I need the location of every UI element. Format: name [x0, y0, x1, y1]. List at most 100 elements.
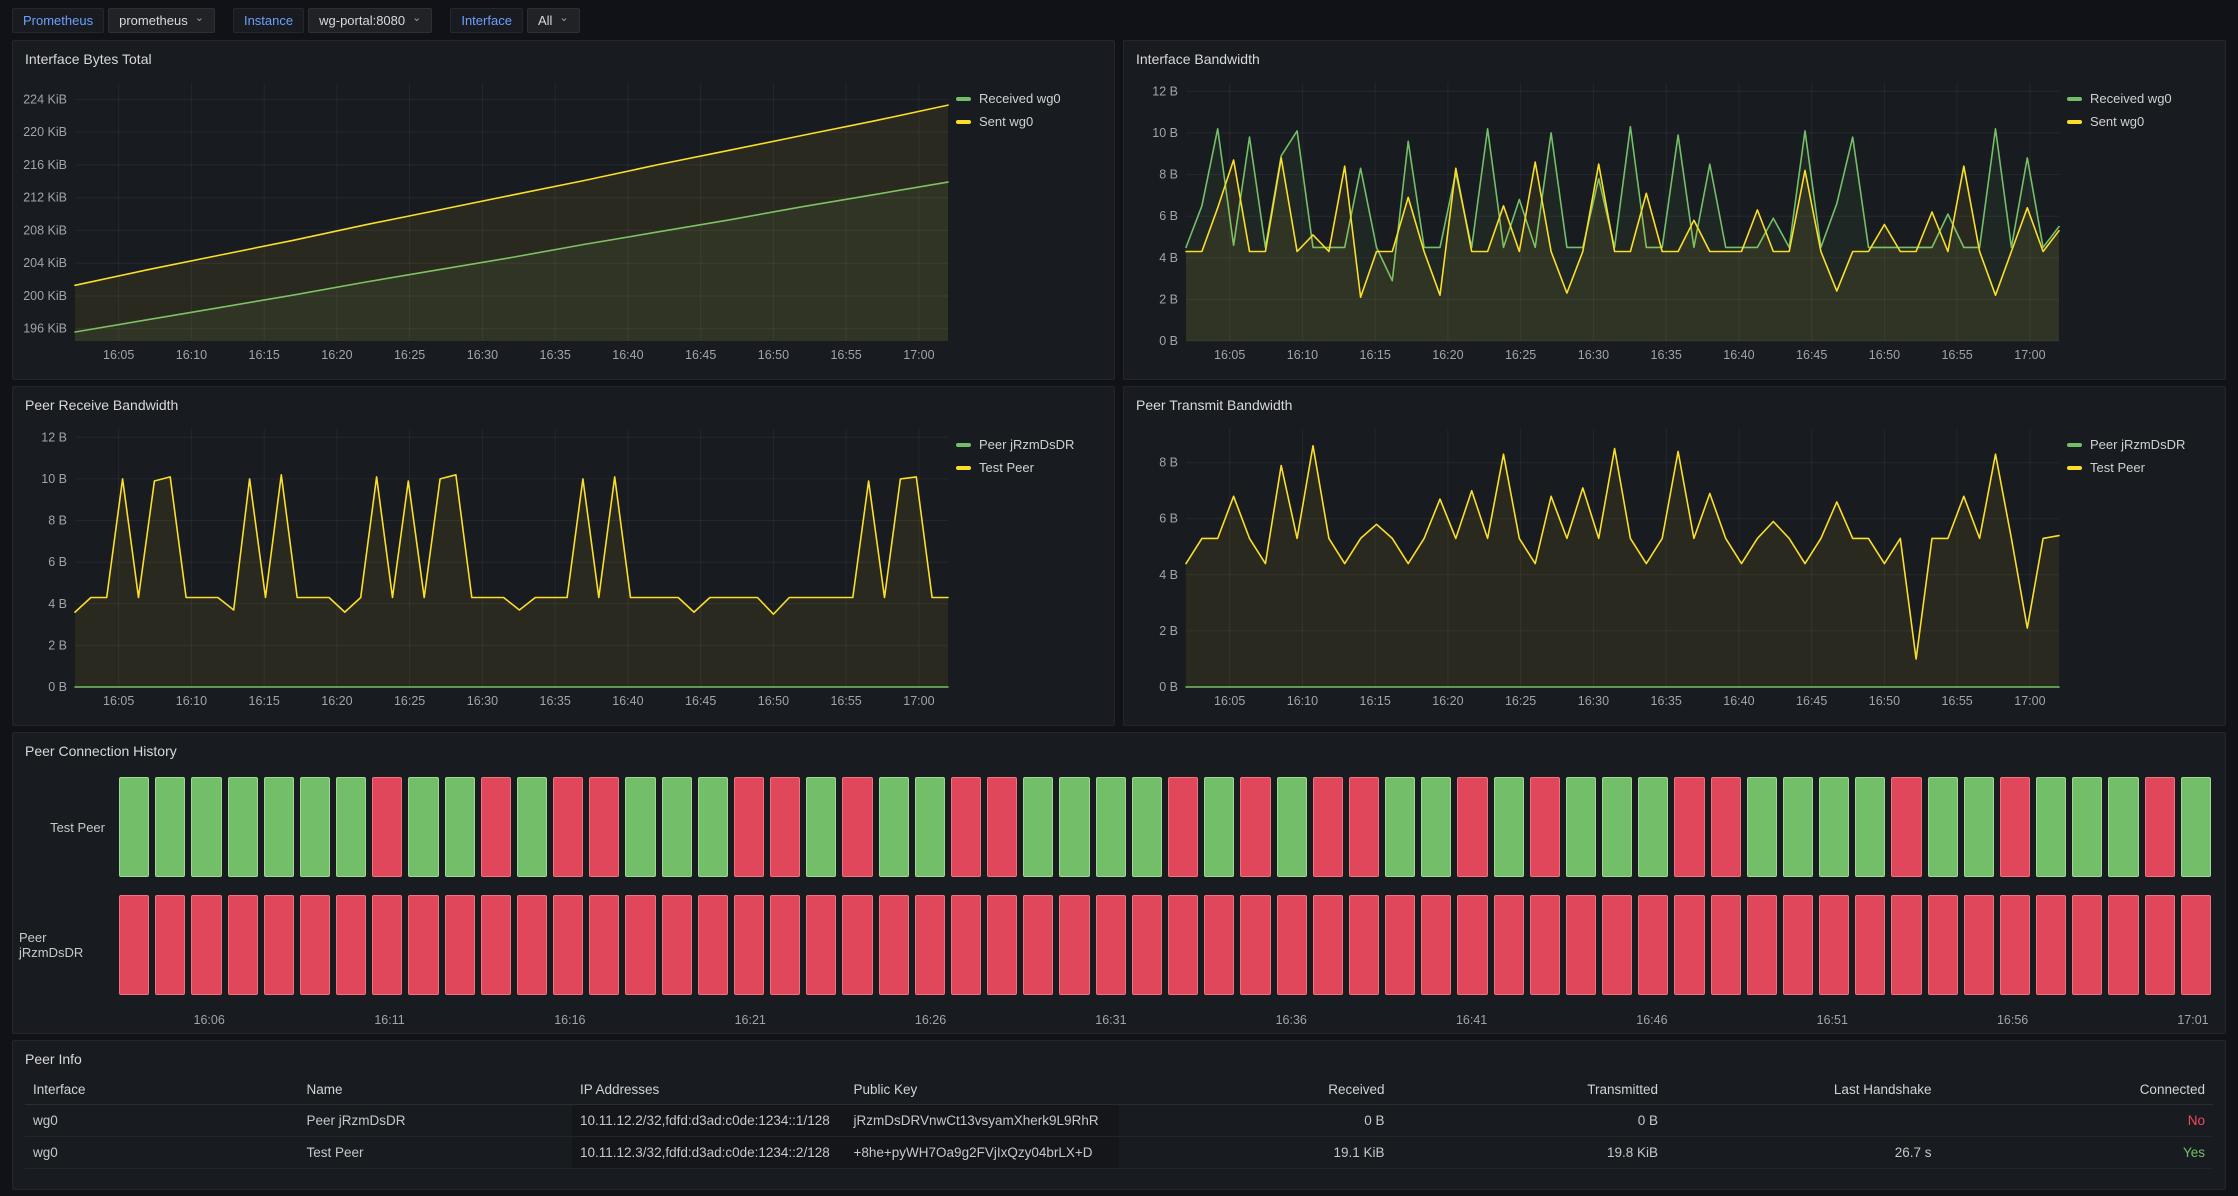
- legend-item[interactable]: Received wg0: [2067, 91, 2217, 106]
- status-bar-disconnected[interactable]: [1132, 895, 1162, 995]
- status-bar-connected[interactable]: [1059, 777, 1089, 877]
- status-bar-disconnected[interactable]: [1530, 895, 1560, 995]
- status-bar-connected[interactable]: [1566, 777, 1596, 877]
- status-bar-disconnected[interactable]: [2108, 895, 2138, 995]
- status-bar-connected[interactable]: [2072, 777, 2102, 877]
- variable-value-dropdown[interactable]: prometheus ⌄: [108, 8, 215, 33]
- status-bar-connected[interactable]: [228, 777, 258, 877]
- status-bar-connected[interactable]: [264, 777, 294, 877]
- status-bar-disconnected[interactable]: [264, 895, 294, 995]
- status-bar-disconnected[interactable]: [1747, 895, 1777, 995]
- column-header-received[interactable]: Received: [1119, 1075, 1393, 1105]
- status-bar-connected[interactable]: [1385, 777, 1415, 877]
- status-bar-connected[interactable]: [1928, 777, 1958, 877]
- legend-item[interactable]: Peer jRzmDsDR: [2067, 437, 2217, 452]
- status-bar-connected[interactable]: [698, 777, 728, 877]
- status-bar-disconnected[interactable]: [1602, 895, 1632, 995]
- status-bar-disconnected[interactable]: [1530, 777, 1560, 877]
- status-bar-connected[interactable]: [1277, 777, 1307, 877]
- status-bar-connected[interactable]: [517, 777, 547, 877]
- status-bar-connected[interactable]: [1602, 777, 1632, 877]
- status-bar-disconnected[interactable]: [1674, 895, 1704, 995]
- status-bar-disconnected[interactable]: [2000, 777, 2030, 877]
- status-bar-disconnected[interactable]: [1349, 895, 1379, 995]
- column-header-name[interactable]: Name: [299, 1075, 573, 1105]
- status-bar-connected[interactable]: [1964, 777, 1994, 877]
- status-bar-disconnected[interactable]: [155, 895, 185, 995]
- status-bar-connected[interactable]: [1747, 777, 1777, 877]
- status-bar-disconnected[interactable]: [1168, 777, 1198, 877]
- status-bar-connected[interactable]: [2108, 777, 2138, 877]
- status-bar-disconnected[interactable]: [2181, 895, 2211, 995]
- status-bar-disconnected[interactable]: [987, 777, 1017, 877]
- status-bar-disconnected[interactable]: [119, 895, 149, 995]
- status-bar-disconnected[interactable]: [517, 895, 547, 995]
- status-bar-disconnected[interactable]: [481, 895, 511, 995]
- status-bar-disconnected[interactable]: [300, 895, 330, 995]
- status-bar-disconnected[interactable]: [191, 895, 221, 995]
- legend-item[interactable]: Sent wg0: [2067, 114, 2217, 129]
- legend-item[interactable]: Received wg0: [956, 91, 1106, 106]
- status-bar-disconnected[interactable]: [481, 777, 511, 877]
- legend-item[interactable]: Peer jRzmDsDR: [956, 437, 1106, 452]
- status-bar-disconnected[interactable]: [1023, 895, 1053, 995]
- status-bar-disconnected[interactable]: [1096, 895, 1126, 995]
- status-bar-disconnected[interactable]: [1313, 777, 1343, 877]
- status-bar-disconnected[interactable]: [806, 895, 836, 995]
- status-bar-connected[interactable]: [662, 777, 692, 877]
- panel-title[interactable]: Peer Receive Bandwidth: [13, 387, 1114, 417]
- legend-item[interactable]: Sent wg0: [956, 114, 1106, 129]
- status-bar-disconnected[interactable]: [1891, 777, 1921, 877]
- status-bar-connected[interactable]: [879, 777, 909, 877]
- status-bar-disconnected[interactable]: [662, 895, 692, 995]
- status-bar-disconnected[interactable]: [1240, 777, 1270, 877]
- column-header-interface[interactable]: Interface: [25, 1075, 299, 1105]
- status-bar-disconnected[interactable]: [1168, 895, 1198, 995]
- status-bar-disconnected[interactable]: [1313, 895, 1343, 995]
- status-bar-disconnected[interactable]: [915, 895, 945, 995]
- status-bar-disconnected[interactable]: [1457, 777, 1487, 877]
- status-bar-disconnected[interactable]: [408, 895, 438, 995]
- status-bar-disconnected[interactable]: [553, 895, 583, 995]
- variable-value-dropdown[interactable]: All ⌄: [527, 8, 580, 33]
- status-bar-disconnected[interactable]: [372, 895, 402, 995]
- status-bar-connected[interactable]: [1855, 777, 1885, 877]
- status-bar-disconnected[interactable]: [1277, 895, 1307, 995]
- legend-item[interactable]: Test Peer: [956, 460, 1106, 475]
- status-bar-disconnected[interactable]: [734, 895, 764, 995]
- status-bar-connected[interactable]: [1096, 777, 1126, 877]
- status-bar-disconnected[interactable]: [951, 895, 981, 995]
- status-bar-connected[interactable]: [1783, 777, 1813, 877]
- column-header-last-handshake[interactable]: Last Handshake: [1666, 1075, 1940, 1105]
- status-bar-disconnected[interactable]: [2145, 895, 2175, 995]
- status-bar-disconnected[interactable]: [770, 895, 800, 995]
- status-bar-disconnected[interactable]: [879, 895, 909, 995]
- status-bar-connected[interactable]: [155, 777, 185, 877]
- panel-title[interactable]: Peer Info: [13, 1041, 2225, 1071]
- status-bar-connected[interactable]: [408, 777, 438, 877]
- column-header-public-key[interactable]: Public Key: [846, 1075, 1120, 1105]
- column-header-ip-addresses[interactable]: IP Addresses: [572, 1075, 846, 1105]
- status-bar-disconnected[interactable]: [336, 895, 366, 995]
- status-bar-connected[interactable]: [445, 777, 475, 877]
- status-bar-disconnected[interactable]: [2036, 895, 2066, 995]
- column-header-connected[interactable]: Connected: [1940, 1075, 2214, 1105]
- status-bar-disconnected[interactable]: [1240, 895, 1270, 995]
- status-bar-disconnected[interactable]: [2000, 895, 2030, 995]
- status-bar-connected[interactable]: [1132, 777, 1162, 877]
- status-bar-disconnected[interactable]: [1421, 895, 1451, 995]
- status-bar-disconnected[interactable]: [228, 895, 258, 995]
- status-bar-disconnected[interactable]: [1928, 895, 1958, 995]
- status-bar-disconnected[interactable]: [951, 777, 981, 877]
- status-bar-connected[interactable]: [1023, 777, 1053, 877]
- status-bar-connected[interactable]: [1421, 777, 1451, 877]
- status-bar-disconnected[interactable]: [734, 777, 764, 877]
- status-bar-connected[interactable]: [119, 777, 149, 877]
- status-bar-connected[interactable]: [1638, 777, 1668, 877]
- status-bar-connected[interactable]: [1204, 777, 1234, 877]
- status-bar-disconnected[interactable]: [589, 895, 619, 995]
- column-header-transmitted[interactable]: Transmitted: [1393, 1075, 1667, 1105]
- status-bar-disconnected[interactable]: [1457, 895, 1487, 995]
- status-bar-disconnected[interactable]: [372, 777, 402, 877]
- legend-item[interactable]: Test Peer: [2067, 460, 2217, 475]
